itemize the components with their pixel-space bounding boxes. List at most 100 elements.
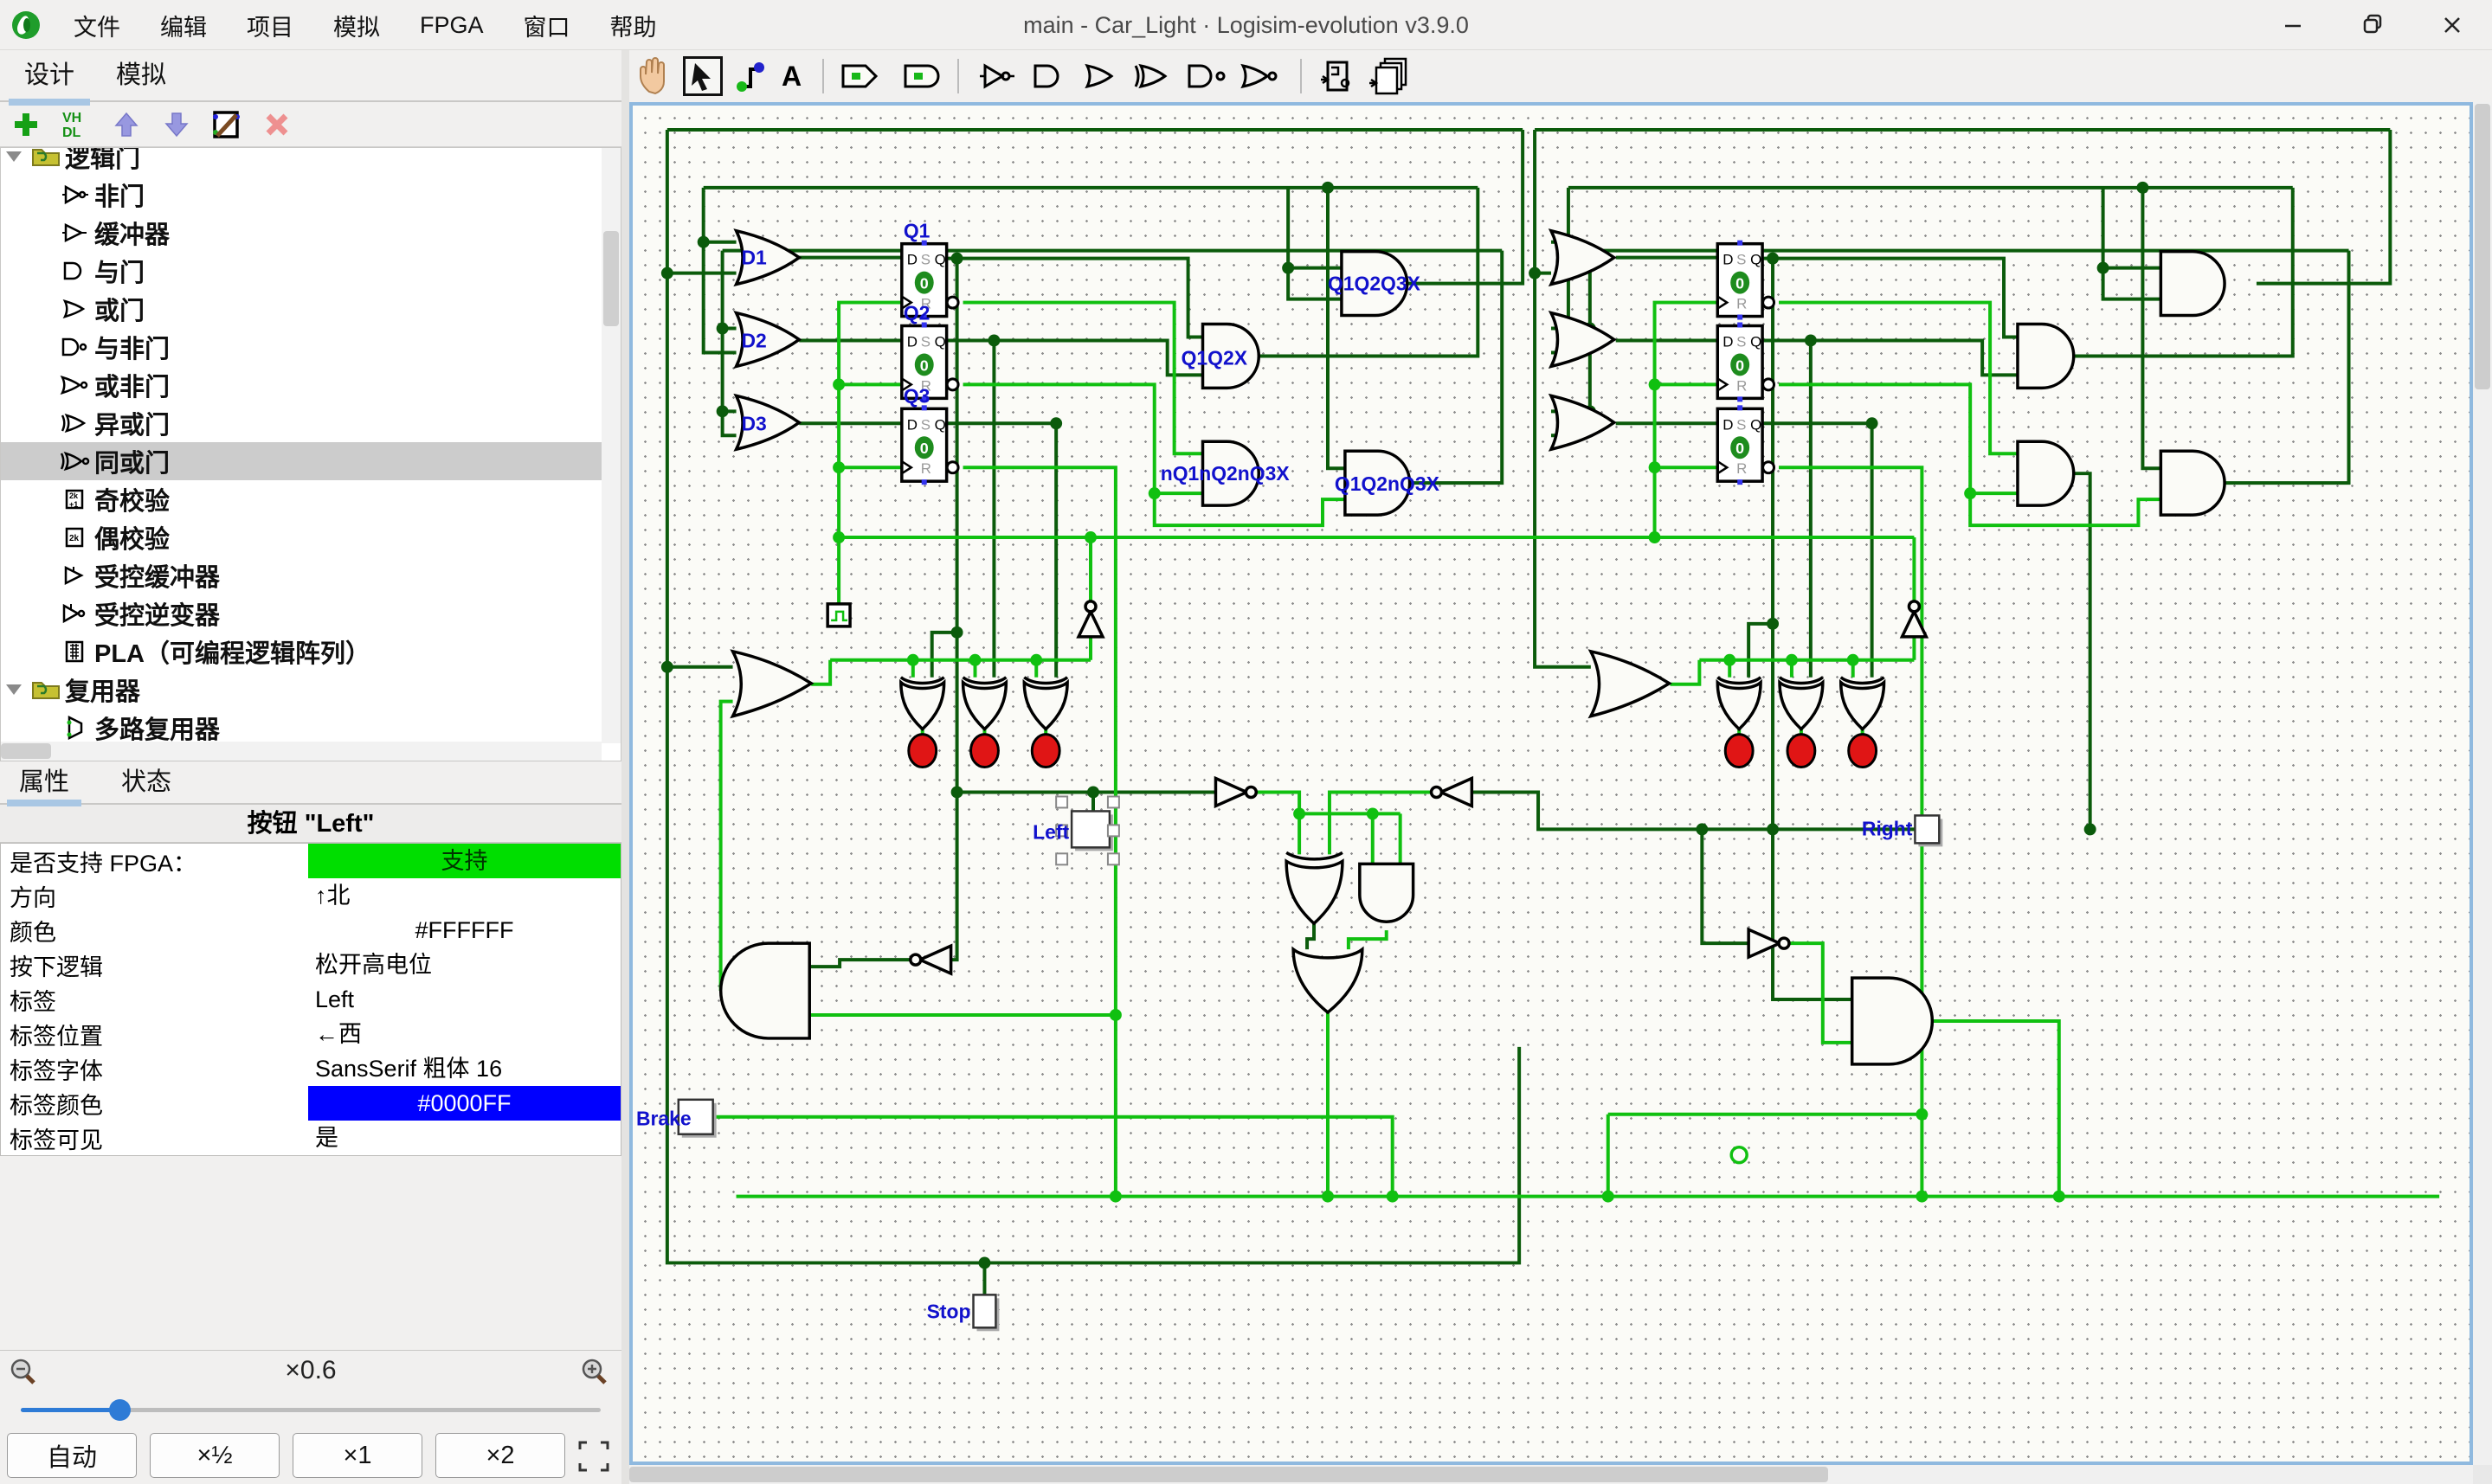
tab-state[interactable]: 状态 [121, 761, 171, 803]
tree-item-0-4[interactable]: 与非门 [1, 328, 602, 366]
move-up-icon[interactable] [109, 107, 144, 142]
zoom-preset-0[interactable]: 自动 [7, 1433, 137, 1478]
circuit-stack-icon[interactable] [1369, 55, 1411, 97]
xor-gate-3[interactable] [1717, 678, 1761, 729]
add-circuit-icon[interactable] [9, 107, 43, 142]
minimize-button[interactable] [2253, 0, 2333, 50]
text-tool-icon[interactable]: A [778, 55, 805, 97]
expander-icon[interactable] [1, 151, 27, 162]
menu-3[interactable]: 模拟 [313, 9, 400, 42]
attribute-value[interactable]: 支持 [308, 844, 621, 878]
rename-circuit-icon[interactable] [209, 107, 244, 142]
button-left[interactable] [1072, 811, 1113, 851]
tab-properties[interactable]: 属性 [19, 761, 69, 803]
tree-item-0-11[interactable]: 受控逆变器 [1, 594, 602, 633]
attribute-value[interactable]: 是 [308, 1121, 621, 1155]
nand-gate-tool-icon[interactable] [1184, 55, 1227, 97]
attribute-label: 标签可见 [1, 1121, 308, 1155]
xnor-gate[interactable] [1286, 852, 1343, 923]
attribute-value[interactable]: SansSerif 粗体 16 [308, 1051, 621, 1086]
menu-6[interactable]: 帮助 [590, 9, 677, 42]
attribute-value[interactable]: #FFFFFF [308, 913, 621, 948]
attribute-value[interactable]: 松开高电位 [308, 948, 621, 982]
tree-item-0-0[interactable]: 非门 [1, 176, 602, 214]
tree-item-0-3[interactable]: 或门 [1, 290, 602, 328]
xor-gate-5[interactable] [1841, 678, 1884, 729]
tree-item-0-6[interactable]: 异或门 [1, 404, 602, 442]
tree-item-0-9[interactable]: 2k偶校验 [1, 518, 602, 556]
tree-group-0[interactable]: 逻辑门 [1, 147, 602, 176]
svg-text:D: D [907, 416, 918, 433]
xor-gate-4[interactable] [1780, 678, 1823, 729]
title-bar: 文件编辑项目模拟FPGA窗口帮助 main - Car_Light · Logi… [0, 0, 2492, 50]
tree-item-0-10[interactable]: 受控缓冲器 [1, 556, 602, 594]
menu-2[interactable]: 项目 [227, 9, 313, 42]
tree-item-0-12[interactable]: PLA（可编程逻辑阵列） [1, 633, 602, 671]
button-stop[interactable] [974, 1294, 1000, 1331]
close-button[interactable] [2412, 0, 2492, 50]
poke-tool-icon[interactable] [636, 55, 671, 97]
expander-icon[interactable] [1, 684, 27, 695]
svg-text:D: D [1723, 333, 1733, 350]
add-vhdl-icon[interactable]: VHDL [59, 107, 93, 142]
zoom-slider[interactable] [21, 1408, 601, 1412]
attribute-value[interactable]: Left [308, 982, 621, 1017]
and-gate-icon [56, 260, 94, 281]
panel-splitter[interactable] [621, 50, 629, 1484]
tab-design[interactable]: 设计 [19, 50, 80, 100]
menu-0[interactable]: 文件 [54, 9, 140, 42]
zoom-preset-1[interactable]: ×½ [150, 1433, 280, 1478]
output-pin[interactable] [1731, 1147, 1747, 1163]
menu-4[interactable]: FPGA [400, 12, 504, 39]
led[interactable] [909, 735, 1877, 768]
attribute-row-2: 颜色#FFFFFF [1, 913, 621, 948]
tree-horizontal-scrollbar[interactable] [1, 742, 602, 761]
or-gate-tool-icon[interactable] [1080, 55, 1120, 97]
input-pin-tool-icon[interactable] [841, 55, 885, 97]
and-gate-tool-icon[interactable] [1028, 55, 1068, 97]
zoom-region-icon[interactable] [575, 1437, 613, 1475]
zoom-preset-2[interactable]: ×1 [293, 1433, 422, 1478]
zoom-preset-3[interactable]: ×2 [435, 1433, 565, 1478]
tree-item-0-2[interactable]: 与门 [1, 252, 602, 290]
edit-tool-icon[interactable] [683, 56, 723, 96]
or-gate-down[interactable] [1293, 949, 1362, 1012]
d-flipflop-5[interactable]: DSQ0R [1717, 405, 1774, 485]
clock-component[interactable] [827, 604, 850, 626]
zoom-in-icon[interactable] [580, 1358, 609, 1387]
menu-5[interactable]: 窗口 [504, 9, 590, 42]
d-flipflop-4[interactable]: DSQ0R [1717, 323, 1774, 402]
menu-1[interactable]: 编辑 [140, 9, 227, 42]
tree-vertical-scrollbar[interactable] [602, 148, 621, 743]
circuit-schematic[interactable]: DSQ0RDSQ0RDSQ0RDSQ0RDSQ0RDSQ0R [633, 106, 2469, 1462]
not-gate-tool-icon[interactable] [976, 55, 1016, 97]
xor-gate-1[interactable] [963, 678, 1007, 729]
canvas-vertical-scrollbar[interactable] [2473, 102, 2492, 1465]
wiring-tool-icon[interactable] [735, 55, 766, 97]
xor-gate-2[interactable] [1024, 678, 1067, 729]
xor-gate[interactable] [901, 678, 1884, 729]
xor-gate-0[interactable] [901, 678, 944, 729]
attribute-value[interactable]: #0000FF [308, 1086, 621, 1121]
tab-simulate[interactable]: 模拟 [111, 50, 171, 100]
tree-item-0-5[interactable]: 或非门 [1, 366, 602, 404]
nor-gate-tool-icon[interactable] [1240, 55, 1283, 97]
label-q1q2x: Q1Q2X [1182, 346, 1248, 369]
restore-button[interactable] [2333, 0, 2412, 50]
tree-item-0-7[interactable]: 同或门 [1, 442, 602, 480]
move-down-icon[interactable] [159, 107, 194, 142]
attribute-value[interactable]: ←西 [308, 1017, 621, 1051]
tree-item-0-1[interactable]: 缓冲器 [1, 214, 602, 252]
tree-group-1[interactable]: 复用器 [1, 671, 602, 709]
canvas-horizontal-scrollbar[interactable] [629, 1465, 2473, 1484]
add-subcircuit-icon[interactable] [1319, 55, 1357, 97]
xor-gate-tool-icon[interactable] [1132, 55, 1172, 97]
circuit-canvas[interactable]: DSQ0RDSQ0RDSQ0RDSQ0RDSQ0RDSQ0R [629, 102, 2492, 1484]
delete-circuit-icon[interactable] [260, 107, 294, 142]
tree-item-0-8[interactable]: 2k+1奇校验 [1, 480, 602, 518]
output-pin-tool-icon[interactable] [897, 55, 940, 97]
attribute-value[interactable]: ↑北 [308, 878, 621, 913]
button-right[interactable] [1915, 815, 1942, 846]
d-flipflop-2[interactable]: DSQ0R [902, 405, 958, 485]
zoom-slider-thumb[interactable] [109, 1399, 131, 1421]
